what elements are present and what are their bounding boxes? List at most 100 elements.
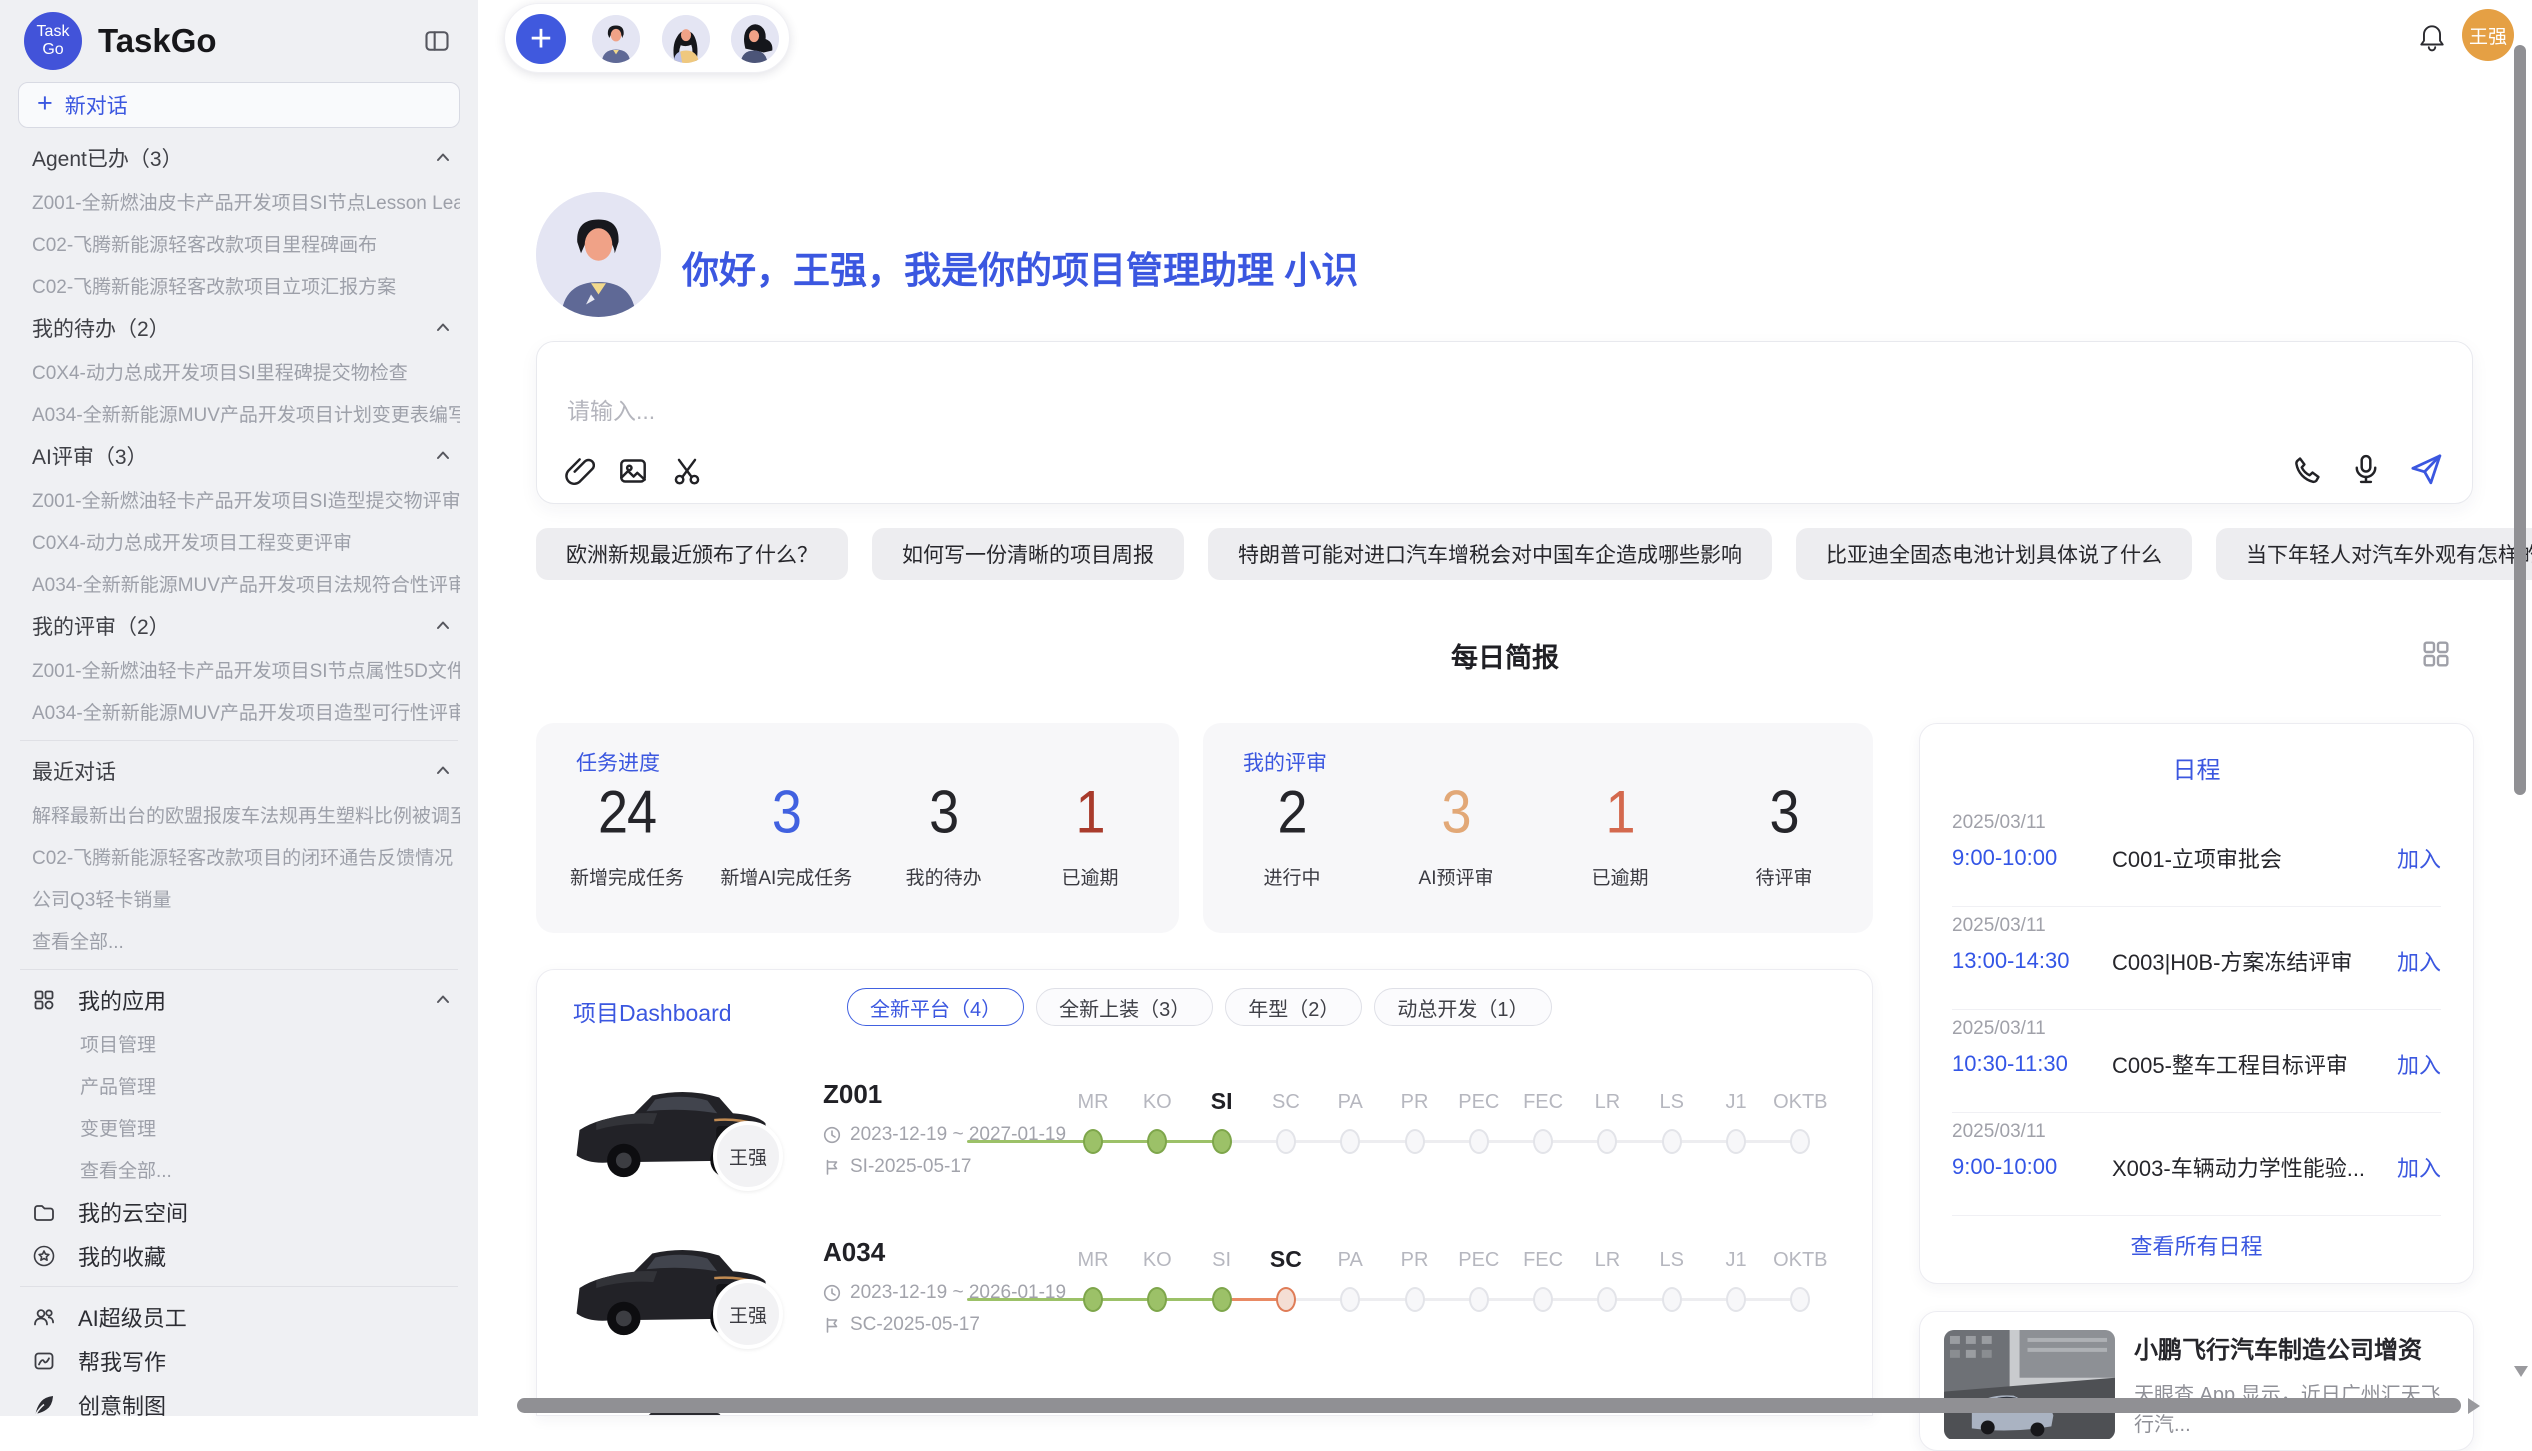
view-all-schedule-link[interactable]: 查看所有日程 (1920, 1229, 2473, 1261)
sidebar-item[interactable]: C02-飞腾新能源轻客改款项目立项汇报方案 (18, 264, 460, 306)
milestone-label: LR (1595, 1091, 1621, 1114)
suggestion-chip[interactable]: 欧洲新规最近颁布了什么？ (536, 528, 848, 580)
sidebar-item[interactable]: Z001-全新燃油轻卡产品开发项目SI造型提交物评审 (18, 478, 460, 520)
card-title: 任务进度 (576, 747, 660, 777)
recent-item[interactable]: 解释最新出台的欧盟报废车法规再生塑料比例被调至15%... (18, 793, 460, 835)
milestone-dot (1597, 1129, 1617, 1154)
stat-ai-pre-review: 3 AI预评审 (1401, 785, 1511, 890)
recent-item[interactable]: C02-飞腾新能源轻客改款项目的闭环通告反馈情况 (18, 835, 460, 877)
tab-powertrain[interactable]: 动总开发（1） (1374, 988, 1551, 1026)
apps-view-all[interactable]: 查看全部... (18, 1148, 460, 1190)
app-item-product[interactable]: 产品管理 (18, 1064, 460, 1106)
layout-grid-icon[interactable] (2420, 638, 2452, 670)
add-agent-button[interactable]: + (516, 14, 566, 64)
notification-bell-icon[interactable] (2417, 22, 2447, 52)
sidebar-item[interactable]: A034-全新新能源MUV产品开发项目计划变更表编写 (18, 392, 460, 434)
microphone-icon[interactable] (2350, 453, 2382, 485)
sidebar-item[interactable]: C0X4-动力总成开发项目工程变更评审 (18, 520, 460, 562)
sidebar-item-creative-draw[interactable]: 创意制图 (18, 1383, 460, 1416)
stat-label: 新增完成任务 (570, 863, 684, 890)
milestone-track: MRKOSISCPAPRPECFECLRLSJ1OKTB (537, 1227, 1872, 1385)
sidebar-section-my-todo[interactable]: 我的待办（2） (18, 306, 460, 350)
scroll-down-arrow[interactable] (2514, 1366, 2528, 1377)
sidebar-item-write-helper[interactable]: 帮我写作 (18, 1339, 460, 1383)
vertical-scrollbar[interactable] (2514, 45, 2526, 795)
milestone-dot (1726, 1129, 1746, 1154)
sidebar-item[interactable]: Z001-全新燃油皮卡产品开发项目SI节点Lesson Learn报告 (18, 180, 460, 222)
join-link[interactable]: 加入 (2397, 945, 2441, 977)
sidebar-item-cloud-space[interactable]: 我的云空间 (18, 1190, 460, 1234)
stat-ai-done: 3 新增AI完成任务 (720, 785, 852, 890)
tab-new-body[interactable]: 全新上装（3） (1036, 988, 1213, 1026)
schedule-time: 10:30-11:30 (1952, 1051, 2112, 1077)
agent-avatar[interactable] (592, 15, 640, 63)
my-apps-label: 我的应用 (78, 984, 166, 1016)
image-icon[interactable] (617, 455, 649, 487)
recent-item[interactable]: 公司Q3轻卡销量 (18, 877, 460, 919)
stat-in-progress: 2 进行中 (1237, 785, 1347, 890)
stat-new-done: 24 新增完成任务 (570, 785, 684, 890)
milestone-dot (1533, 1129, 1553, 1154)
agent-avatar[interactable] (731, 15, 779, 63)
horizontal-scrollbar[interactable] (517, 1398, 2461, 1413)
sidebar-section-agent-done[interactable]: Agent已办（3） (18, 136, 460, 180)
send-icon[interactable] (2408, 451, 2444, 487)
milestone-dot (1405, 1129, 1425, 1154)
milestone-dot (1469, 1129, 1489, 1154)
agent-avatar[interactable] (662, 15, 710, 63)
sidebar: Task Go TaskGo + 新对话 Agent已办（3） Z001-全新燃… (0, 0, 478, 1416)
schedule-name: C003|H0B-方案冻结评审 (2112, 945, 2397, 977)
sidebar-item[interactable]: C02-飞腾新能源轻客改款项目里程碑画布 (18, 222, 460, 264)
apps-grid-icon (32, 988, 56, 1012)
milestone-dot (1469, 1287, 1489, 1312)
project-row[interactable]: 王强 Z001 2023-12-19 ~ 2027-01-19 SI-2025-… (537, 1069, 1872, 1227)
stat-value: 3 (929, 778, 958, 847)
sidebar-collapse-icon[interactable] (420, 24, 454, 58)
stat-label: 已逾期 (1035, 863, 1145, 890)
user-avatar[interactable]: 王强 (2462, 9, 2514, 61)
phone-call-icon[interactable] (2292, 453, 2324, 485)
join-link[interactable]: 加入 (2397, 842, 2441, 874)
join-link[interactable]: 加入 (2397, 1151, 2441, 1183)
section-count: （3） (129, 143, 183, 173)
tab-model-year[interactable]: 年型（2） (1225, 988, 1362, 1026)
daily-briefing-title: 每日简报 (536, 636, 2474, 675)
scroll-right-arrow[interactable] (2468, 1398, 2480, 1414)
attachment-icon[interactable] (563, 455, 595, 487)
favorites-label: 我的收藏 (78, 1240, 166, 1272)
schedule-date: 2025/03/11 (1952, 1018, 2046, 1040)
chat-input[interactable] (567, 398, 1967, 425)
sidebar-item[interactable]: A034-全新新能源MUV产品开发项目法规符合性评审 (18, 562, 460, 604)
project-row[interactable]: 王强 A034 2023-12-19 ~ 2026-01-19 SC-2025-… (537, 1227, 1872, 1385)
app-item-change[interactable]: 变更管理 (18, 1106, 460, 1148)
sidebar-item-my-apps[interactable]: 我的应用 (18, 978, 460, 1022)
recent-view-all[interactable]: 查看全部... (18, 919, 460, 961)
suggestion-chip[interactable]: 比亚迪全固态电池计划具体说了什么 (1796, 528, 2192, 580)
tab-new-platform[interactable]: 全新平台（4） (847, 988, 1024, 1026)
sidebar-section-recent[interactable]: 最近对话 (18, 749, 460, 793)
suggestion-chip[interactable]: 特朗普可能对进口汽车增税会对中国车企造成哪些影响 (1208, 528, 1772, 580)
sidebar-item[interactable]: Z001-全新燃油轻卡产品开发项目SI节点属性5D文件评审 (18, 648, 460, 690)
milestone-label: SI (1211, 1088, 1233, 1115)
scissors-icon[interactable] (671, 455, 703, 487)
section-title: AI评审 (32, 441, 94, 471)
suggestion-chip[interactable]: 如何写一份清晰的项目周报 (872, 528, 1184, 580)
sidebar-item[interactable]: C0X4-动力总成开发项目SI里程碑提交物检查 (18, 350, 460, 392)
suggestion-chip[interactable]: 当下年轻人对汽车外观有怎样的喜好趋势 (2216, 528, 2532, 580)
sidebar-item[interactable]: A034-全新新能源MUV产品开发项目造型可行性评审 (18, 690, 460, 732)
milestone-label: PEC (1458, 1091, 1499, 1114)
app-item-project[interactable]: 项目管理 (18, 1022, 460, 1064)
milestone-dot (1790, 1287, 1810, 1312)
stat-pending-review: 3 待评审 (1729, 785, 1839, 890)
sidebar-section-my-review[interactable]: 我的评审（2） (18, 604, 460, 648)
milestone-dot (1147, 1287, 1167, 1312)
ai-employee-label: AI超级员工 (78, 1301, 187, 1333)
sidebar-section-ai-review[interactable]: AI评审（3） (18, 434, 460, 478)
milestone-label: KO (1143, 1091, 1172, 1114)
join-link[interactable]: 加入 (2397, 1048, 2441, 1080)
sidebar-item-favorites[interactable]: 我的收藏 (18, 1234, 460, 1278)
news-card[interactable]: 小鹏飞行汽车制造公司增资 天眼查 App 显示，近日广州汇天飞行汽... (1919, 1311, 2474, 1451)
sidebar-item-ai-employee[interactable]: AI超级员工 (18, 1295, 460, 1339)
chat-composer (536, 341, 2473, 504)
new-chat-button[interactable]: + 新对话 (18, 82, 460, 128)
